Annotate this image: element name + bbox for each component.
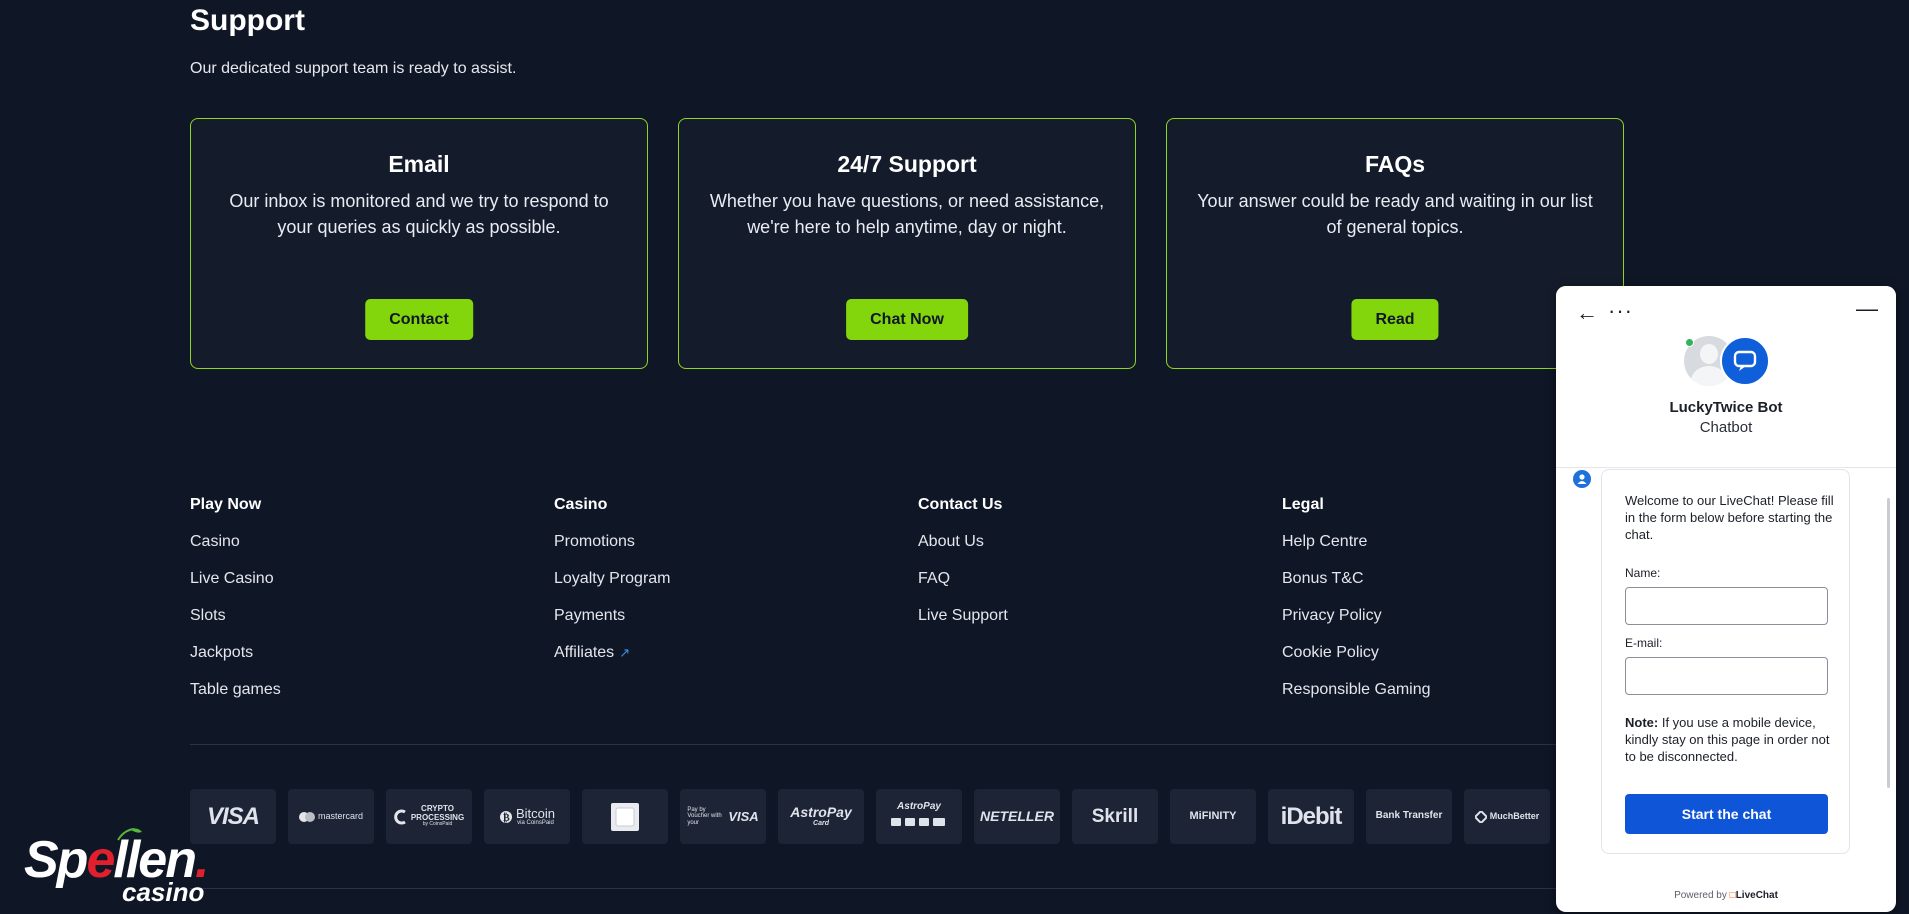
faqs-card-title: FAQs (1364, 151, 1426, 177)
bot-name: LuckyTwice Bot (1669, 399, 1783, 416)
powered-by[interactable]: Powered by □LiveChat (1556, 890, 1896, 901)
name-label: Name: (1625, 566, 1661, 580)
footer-link-casino[interactable]: Casino (190, 533, 281, 551)
footer-link-cookie-policy[interactable]: Cookie Policy (1282, 644, 1431, 662)
footer-link-responsible-gaming[interactable]: Responsible Gaming (1282, 681, 1431, 699)
footer-link-promotions[interactable]: Promotions (554, 533, 671, 551)
more-options-icon[interactable]: ··· (1608, 298, 1633, 324)
crypto-processing-logo: CRYPTO PROCESSING by CoinsPaid (386, 789, 472, 844)
read-button[interactable]: Read (1351, 299, 1439, 340)
muchbetter-logo: MuchBetter (1464, 789, 1550, 844)
footer-link-privacy-policy[interactable]: Privacy Policy (1282, 607, 1431, 625)
support-card-title: 24/7 Support (837, 151, 977, 177)
note-label: Note: (1625, 715, 1659, 730)
email-label: E-mail: (1625, 636, 1663, 650)
support-card-text: Whether you have questions, or need assi… (709, 191, 1105, 237)
email-card: Email Our inbox is monitored and we try … (190, 118, 648, 369)
footer-link-bonus-tc[interactable]: Bonus T&C (1282, 570, 1431, 588)
footer-link-loyalty-program[interactable]: Loyalty Program (554, 570, 671, 588)
astropay-card-logo: AstroPay Card (778, 789, 864, 844)
footer-divider-bottom (190, 888, 1590, 889)
email-card-title: Email (388, 151, 450, 177)
welcome-message: Welcome to our LiveChat! Please fill in … (1625, 493, 1834, 542)
mifinity-logo: MiFINITY (1170, 789, 1256, 844)
chat-now-button[interactable]: Chat Now (846, 299, 968, 340)
support-title: Support (190, 4, 305, 37)
footer-link-live-casino[interactable]: Live Casino (190, 570, 281, 588)
external-link-icon: ↗ (619, 645, 631, 660)
chat-scrollbar[interactable] (1887, 498, 1890, 788)
idebit-logo: iDebit (1268, 789, 1354, 844)
back-arrow-icon[interactable]: ← (1576, 300, 1598, 326)
online-status-icon (1685, 338, 1694, 347)
pay-by-voucher-visa-logo: Pay by Voucher with your VISA (680, 789, 766, 844)
bank-transfer-logo: Bank Transfer (1366, 789, 1452, 844)
prechat-form: Welcome to our LiveChat! Please fill in … (1601, 469, 1850, 854)
interac-logo (582, 789, 668, 844)
footer-heading: Contact Us (918, 496, 1003, 513)
bot-role: Chatbot (1699, 419, 1753, 436)
footer-link-jackpots[interactable]: Jackpots (190, 644, 281, 662)
footer-link-payments[interactable]: Payments (554, 607, 671, 625)
footer-link-live-support[interactable]: Live Support (918, 607, 1008, 625)
footer-link-affiliates-label: Affiliates (554, 644, 615, 661)
email-card-text: Our inbox is monitored and we try to res… (229, 191, 609, 237)
footer-col-casino: Casino Promotions Loyalty Program Paymen… (554, 496, 671, 681)
footer-col-contact-us: Contact Us About Us FAQ Live Support (918, 496, 1008, 644)
mastercard-logo: mastercard (288, 789, 374, 844)
footer-heading: Casino (554, 496, 608, 513)
support-subtitle: Our dedicated support team is ready to a… (190, 60, 517, 77)
faqs-card-text: Your answer could be ready and waiting i… (1197, 191, 1593, 237)
logo-subtext: casino (122, 877, 205, 907)
livechat-widget: ← ··· — LuckyTwice Bot Chatbot Welcome t… (1556, 286, 1896, 912)
footer-heading: Play Now (190, 496, 262, 513)
email-input[interactable] (1625, 657, 1828, 695)
footer-link-about-us[interactable]: About Us (918, 533, 1008, 551)
footer-link-affiliates[interactable]: Affiliates ↗ (554, 644, 671, 662)
skrill-logo: Skrill (1072, 789, 1158, 844)
footer-link-faq[interactable]: FAQ (918, 570, 1008, 588)
neteller-logo: NETELLER (974, 789, 1060, 844)
footer-link-help-centre[interactable]: Help Centre (1282, 533, 1431, 551)
livechat-icon (1720, 336, 1770, 386)
footer-link-slots[interactable]: Slots (190, 607, 281, 625)
footer-link-table-games[interactable]: Table games (190, 681, 281, 699)
bitcoin-logo: ₿ Bitcoin via CoinsPaid (484, 789, 570, 844)
bot-message-icon (1573, 470, 1591, 488)
minimize-icon[interactable]: — (1856, 296, 1878, 322)
support-card: 24/7 Support Whether you have questions,… (678, 118, 1136, 369)
footer-col-legal: Legal Help Centre Bonus T&C Privacy Poli… (1282, 496, 1431, 718)
name-input[interactable] (1625, 587, 1828, 625)
footer-col-play-now: Play Now Casino Live Casino Slots Jackpo… (190, 496, 281, 718)
footer-heading: Legal (1282, 496, 1324, 513)
start-chat-button[interactable]: Start the chat (1625, 794, 1828, 834)
spellen-casino-logo: Spellen. casino (24, 828, 229, 907)
astropay-logo: AstroPay (876, 789, 962, 844)
svg-text:₿: ₿ (503, 812, 510, 824)
contact-button[interactable]: Contact (365, 299, 473, 340)
footer-divider (190, 744, 1590, 745)
mobile-note: Note: If you use a mobile device, kindly… (1625, 714, 1835, 765)
chat-header: ← ··· — LuckyTwice Bot Chatbot (1556, 286, 1896, 468)
